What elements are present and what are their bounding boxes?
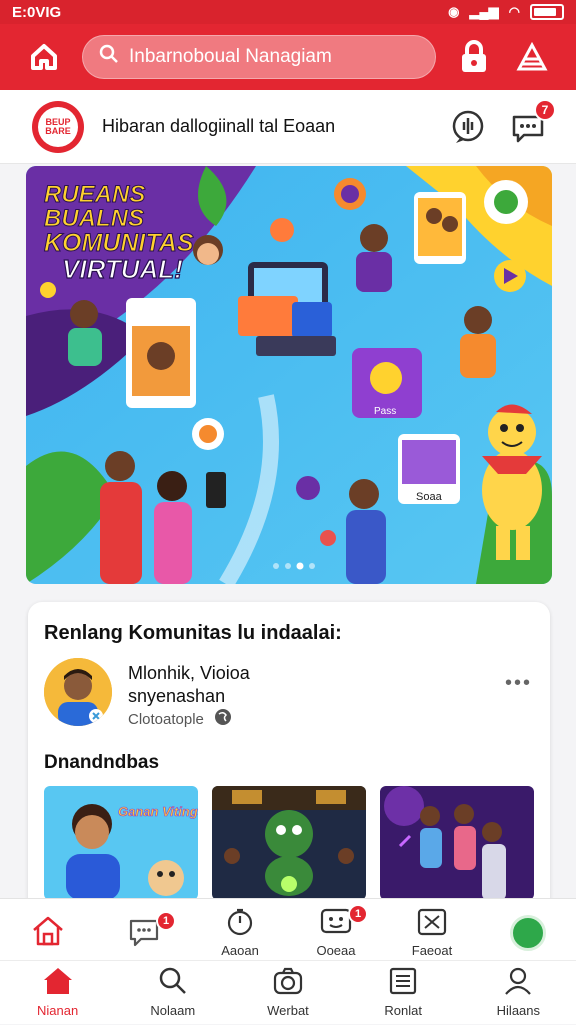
section-title: Dnandndbas: [44, 752, 160, 773]
status-time: E:0VIG: [12, 3, 62, 21]
community-card: Renlang Komunitas lu indaalai: Mlonhik, …: [28, 602, 550, 912]
timer-icon: [226, 908, 254, 939]
tab-search-label: Nolaam: [150, 1003, 196, 1018]
photo-tile-illustration: [126, 298, 196, 408]
main-tab-row: Nianan Nolaam Werbat Ronlat Hilaans: [0, 959, 576, 1025]
card-title: Renlang Komunitas lu indaalai:: [44, 622, 342, 644]
search-bar[interactable]: Inbarnoboual Nanagiam: [82, 35, 436, 79]
headline-line-3: KOMUNITAS: [44, 229, 194, 257]
search-icon: [158, 966, 188, 999]
chat-icon[interactable]: 7: [510, 98, 556, 145]
search-input[interactable]: Inbarnoboual Nanagiam: [129, 46, 332, 68]
quick-home-button[interactable]: [0, 915, 96, 950]
right-tile-illustration: Soaa: [398, 434, 460, 504]
battery-icon: [530, 4, 564, 20]
tab-list-label: Ronlat: [384, 1003, 422, 1018]
quick-timer-button[interactable]: Aaoan: [192, 908, 288, 958]
app-logo[interactable]: BEUP BARE: [32, 100, 84, 153]
user-meta-text: Clotoatople: [128, 710, 204, 728]
user-meta: Clotoatople: [128, 708, 232, 730]
quick-timer-label: Aaoan: [221, 942, 259, 958]
avatar[interactable]: [44, 658, 112, 726]
face-badge: 1: [348, 903, 368, 924]
user-icon: [503, 966, 533, 999]
expand-icon: [417, 908, 447, 939]
quick-face-button[interactable]: Ooeaa 1: [288, 903, 384, 958]
page-header: BEUP BARE Hibaran dallogiinall tal Eoaan…: [0, 90, 576, 164]
tab-home[interactable]: Nianan: [3, 966, 113, 1018]
quick-face-label: Ooeaa: [316, 942, 356, 958]
tab-list[interactable]: Ronlat: [348, 966, 458, 1018]
more-options-icon[interactable]: •••: [505, 672, 532, 695]
top-bar: Inbarnoboual Nanagiam: [0, 24, 576, 90]
search-icon: [99, 44, 119, 70]
headline-line-1: RUEANS: [44, 181, 145, 208]
wifi-icon: ◠: [508, 4, 520, 19]
tab-profile[interactable]: Hilaans: [463, 966, 573, 1018]
game-tile-illustration: Pass: [352, 348, 422, 418]
voice-icon[interactable]: [450, 109, 486, 145]
tab-profile-label: Hilaans: [496, 1003, 541, 1018]
globe-icon: [214, 708, 232, 730]
tab-search[interactable]: Nolaam: [118, 966, 228, 1018]
quick-expand-button[interactable]: Faeoat: [384, 908, 480, 958]
user-name[interactable]: Mlonhik, Vioioa snyenashan: [128, 662, 328, 708]
chat-badge: 1: [156, 911, 176, 931]
leaf-icon: [510, 914, 546, 951]
home-icon: [31, 915, 65, 950]
hero-banner[interactable]: RUEANS BUALNS KOMUNITAS VIRTUAL! Pass So…: [26, 166, 552, 584]
alarm-icon: ◉: [448, 4, 460, 19]
tab-camera-label: Werbat: [267, 1003, 309, 1018]
home-filled-icon: [42, 966, 74, 999]
lock-icon[interactable]: [454, 37, 494, 77]
bottom-navigation: 1 Aaoan Ooeaa 1 Faeoat Nianan Nolaam Wer…: [0, 898, 576, 1024]
headline-line-4: VIRTUAL!: [62, 254, 183, 284]
page-title: Hibaran dallogiinall tal Eoaan: [102, 116, 336, 136]
user-name-line-1: Mlonhik, Vioioa: [128, 663, 250, 683]
camera-icon: [272, 966, 304, 999]
family-tile-illustration: [414, 192, 466, 264]
menu-triangle-icon[interactable]: [512, 37, 552, 77]
chat-badge: 7: [534, 98, 556, 121]
thumbnail-2[interactable]: [212, 786, 366, 900]
tab-camera[interactable]: Werbat: [233, 966, 343, 1018]
user-name-line-2: snyenashan: [128, 686, 226, 706]
thumbnail-row: Ganan Vitings: [44, 786, 534, 900]
logo-text: BEUP BARE: [38, 106, 78, 147]
quick-actions-row: 1 Aaoan Ooeaa 1 Faeoat: [0, 903, 576, 961]
signal-icon: ▂▄▆: [469, 4, 499, 19]
status-bar: E:0VIG ◉ ▂▄▆ ◠: [0, 0, 576, 24]
quick-leaf-button[interactable]: [480, 914, 576, 951]
thumbnail-1-label: Ganan Vitings: [118, 804, 198, 819]
list-icon: [388, 966, 418, 999]
right-tile-label: Soaa: [416, 491, 443, 503]
thumbnail-1[interactable]: Ganan Vitings: [44, 786, 198, 900]
home-icon[interactable]: [24, 37, 64, 77]
thumbnail-3[interactable]: [380, 786, 534, 900]
quick-chat-button[interactable]: 1: [96, 911, 192, 950]
purple-tile-label: Pass: [374, 406, 396, 417]
headline-line-2: BUALNS: [44, 205, 144, 232]
tab-home-label: Nianan: [36, 1003, 79, 1018]
quick-expand-label: Faeoat: [411, 942, 453, 958]
